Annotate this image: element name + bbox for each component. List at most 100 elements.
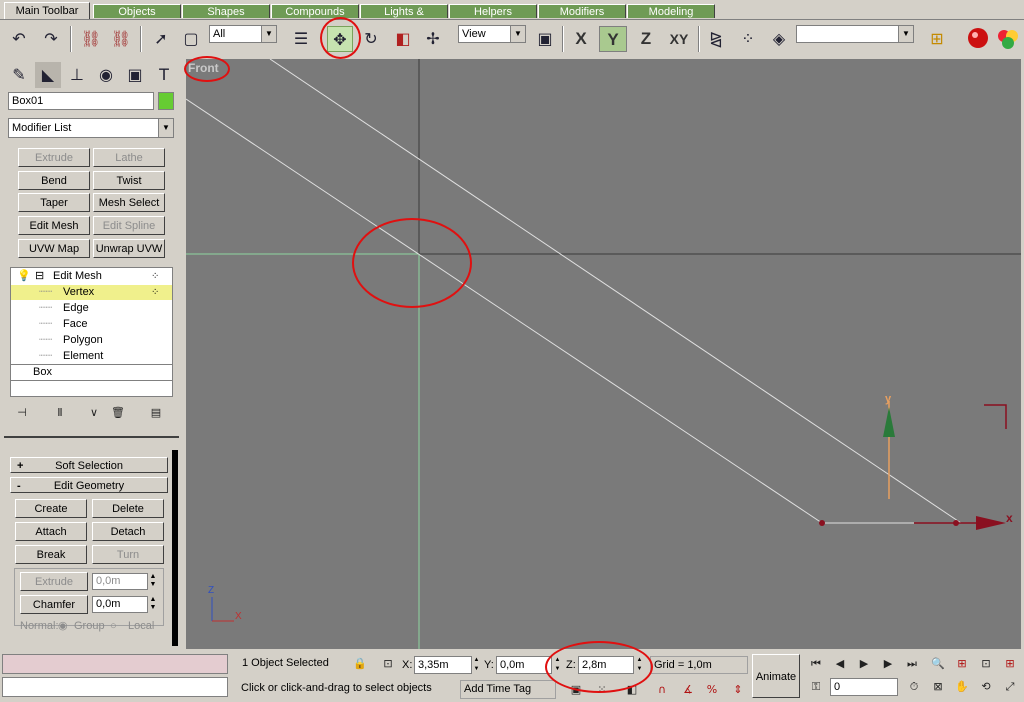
select-and-scale-icon[interactable]: ◧ bbox=[390, 26, 416, 52]
modify-tab-icon[interactable]: ◣ bbox=[35, 62, 61, 88]
object-name-field[interactable]: Box01 bbox=[8, 92, 154, 110]
pin-stack-icon[interactable]: ⊣ bbox=[12, 404, 32, 422]
x-spinner[interactable]: ▲ ▼ bbox=[472, 656, 481, 674]
edit-geometry-rollout[interactable]: - Edit Geometry bbox=[10, 477, 168, 493]
stack-item-polygon[interactable]: Polygon bbox=[63, 333, 103, 348]
select-by-name-icon[interactable]: ☰ bbox=[288, 26, 314, 52]
z-coordinate-field[interactable]: 2,8m bbox=[578, 656, 634, 674]
percent-snap-icon[interactable]: % bbox=[702, 681, 722, 699]
go-to-start-icon[interactable]: ⏮ bbox=[806, 655, 826, 673]
pan-icon[interactable]: ✋ bbox=[952, 678, 972, 696]
extrude-modifier-button[interactable]: Extrude bbox=[18, 148, 90, 167]
bend-modifier-button[interactable]: Bend bbox=[18, 171, 90, 190]
select-and-rotate-icon[interactable]: ↻ bbox=[358, 26, 384, 52]
time-configuration-icon[interactable]: ⏱ bbox=[904, 678, 924, 696]
turn-button[interactable]: Turn bbox=[92, 545, 164, 564]
lathe-modifier-button[interactable]: Lathe bbox=[93, 148, 165, 167]
next-frame-icon[interactable]: ▶ bbox=[878, 655, 898, 673]
restrict-xy-button[interactable]: XY bbox=[664, 26, 694, 52]
soft-selection-rollout[interactable]: + Soft Selection bbox=[10, 457, 168, 473]
stack-item-vertex[interactable]: Vertex bbox=[63, 285, 94, 300]
lightbulb-icon[interactable]: 💡 bbox=[17, 269, 31, 284]
add-time-tag-button[interactable]: Add Time Tag bbox=[460, 680, 556, 699]
unlink-selection-icon[interactable]: ⛓ bbox=[108, 26, 134, 52]
previous-frame-icon[interactable]: ◀ bbox=[830, 655, 850, 673]
local-radio[interactable]: ○ bbox=[110, 619, 117, 633]
arc-rotate-icon[interactable]: ⟲ bbox=[976, 678, 996, 696]
stack-item-edge[interactable]: Edge bbox=[63, 301, 89, 316]
panel-scrollbar[interactable] bbox=[172, 450, 178, 646]
select-object-icon[interactable]: ➚ bbox=[148, 26, 174, 52]
modifier-list-dropdown[interactable]: Modifier List ▼ bbox=[8, 118, 174, 138]
maximize-viewport-icon[interactable]: ⤢ bbox=[1000, 678, 1020, 696]
tab-compounds[interactable]: Compounds bbox=[271, 4, 359, 18]
play-icon[interactable]: ▶ bbox=[854, 655, 874, 673]
absolute-mode-icon[interactable]: ⊡ bbox=[378, 655, 398, 673]
tab-shapes[interactable]: Shapes bbox=[182, 4, 270, 18]
tab-lights-cameras[interactable]: Lights & Cameras bbox=[360, 4, 448, 32]
twist-modifier-button[interactable]: Twist bbox=[93, 171, 165, 190]
array-icon[interactable]: ⁘ bbox=[735, 26, 761, 52]
reference-coordinate-dropdown[interactable]: View ▼ bbox=[458, 25, 526, 43]
show-end-result-icon[interactable]: Ⅱ bbox=[50, 404, 70, 422]
tab-objects[interactable]: Objects bbox=[93, 4, 181, 18]
utilities-tab-icon[interactable]: T bbox=[151, 62, 177, 88]
zoom-extents-all-icon[interactable]: ⊞ bbox=[1000, 655, 1020, 673]
stack-item-face[interactable]: Face bbox=[63, 317, 87, 332]
chamfer-button[interactable]: Chamfer bbox=[20, 595, 88, 614]
extrude-spinner[interactable]: ▲ ▼ bbox=[148, 573, 158, 590]
align-icon[interactable]: ◈ bbox=[766, 26, 792, 52]
stack-item-edit-mesh[interactable]: Edit Mesh bbox=[53, 269, 102, 284]
select-and-move-icon[interactable]: ✥ bbox=[327, 26, 353, 52]
extrude-button[interactable]: Extrude bbox=[20, 572, 88, 591]
create-tab-icon[interactable]: ✎ bbox=[6, 62, 32, 88]
region-zoom-icon[interactable]: ⊠ bbox=[928, 678, 948, 696]
x-coordinate-field[interactable]: 3,35m bbox=[414, 656, 472, 674]
maxscript-listener[interactable] bbox=[2, 654, 228, 674]
select-and-manipulate-icon[interactable]: ✢ bbox=[420, 26, 446, 52]
front-viewport[interactable]: Front y x Z X bbox=[186, 59, 1021, 649]
tab-modeling[interactable]: Modeling bbox=[627, 4, 715, 18]
remove-modifier-icon[interactable]: 🗑 bbox=[108, 404, 128, 422]
collapse-icon[interactable]: ⊟ bbox=[35, 269, 44, 284]
group-radio[interactable]: ◉ bbox=[58, 619, 68, 633]
zoom-all-icon[interactable]: ⊞ bbox=[952, 655, 972, 673]
zoom-icon[interactable]: 🔍 bbox=[928, 655, 948, 673]
stack-item-box[interactable]: Box bbox=[33, 365, 52, 380]
restrict-y-button[interactable]: Y bbox=[599, 26, 627, 52]
edit-mesh-modifier-button[interactable]: Edit Mesh bbox=[18, 216, 90, 235]
lock-selection-icon[interactable]: 🔒 bbox=[350, 655, 370, 673]
restrict-z-button[interactable]: Z bbox=[632, 26, 660, 52]
degradation-override-icon[interactable]: ⁙ bbox=[592, 681, 612, 699]
snaps-toggle-icon[interactable]: ◧ bbox=[622, 681, 642, 699]
maxscript-input[interactable] bbox=[2, 677, 228, 697]
y-coordinate-field[interactable]: 0,0m bbox=[496, 656, 552, 674]
key-mode-icon[interactable]: ⚿ bbox=[806, 678, 826, 696]
named-selection-dropdown[interactable]: ▼ bbox=[796, 25, 914, 43]
current-frame-field[interactable]: 0 bbox=[830, 678, 898, 696]
go-to-end-icon[interactable]: ⏭ bbox=[902, 655, 922, 673]
delete-button[interactable]: Delete bbox=[92, 499, 164, 518]
select-and-link-icon[interactable]: ⛓ bbox=[78, 26, 104, 52]
detach-button[interactable]: Detach bbox=[92, 522, 164, 541]
z-spinner[interactable]: ▲ ▼ bbox=[635, 656, 644, 674]
motion-tab-icon[interactable]: ◉ bbox=[93, 62, 119, 88]
stack-item-element[interactable]: Element bbox=[63, 349, 103, 364]
taper-modifier-button[interactable]: Taper bbox=[18, 193, 90, 212]
viewport-label[interactable]: Front bbox=[188, 61, 219, 75]
angle-snap-icon[interactable]: ∡ bbox=[678, 681, 698, 699]
crossing-selection-icon[interactable]: ▣ bbox=[566, 681, 586, 699]
animate-button[interactable]: Animate bbox=[752, 654, 800, 698]
rectangular-selection-icon[interactable]: ▢ bbox=[178, 26, 204, 52]
snap-3d-icon[interactable]: ∩ bbox=[652, 681, 672, 699]
tab-helpers[interactable]: Helpers bbox=[449, 4, 537, 18]
chamfer-spinner[interactable]: ▲ ▼ bbox=[148, 596, 158, 613]
attach-button[interactable]: Attach bbox=[15, 522, 87, 541]
material-editor-icon[interactable] bbox=[965, 26, 991, 52]
break-button[interactable]: Break bbox=[15, 545, 87, 564]
unwrap-uvw-modifier-button[interactable]: Unwrap UVW bbox=[93, 239, 165, 258]
edit-spline-modifier-button[interactable]: Edit Spline bbox=[93, 216, 165, 235]
spinner-snap-icon[interactable]: ⇕ bbox=[728, 681, 748, 699]
uvw-map-modifier-button[interactable]: UVW Map bbox=[18, 239, 90, 258]
make-unique-icon[interactable]: ∨ bbox=[84, 404, 104, 422]
